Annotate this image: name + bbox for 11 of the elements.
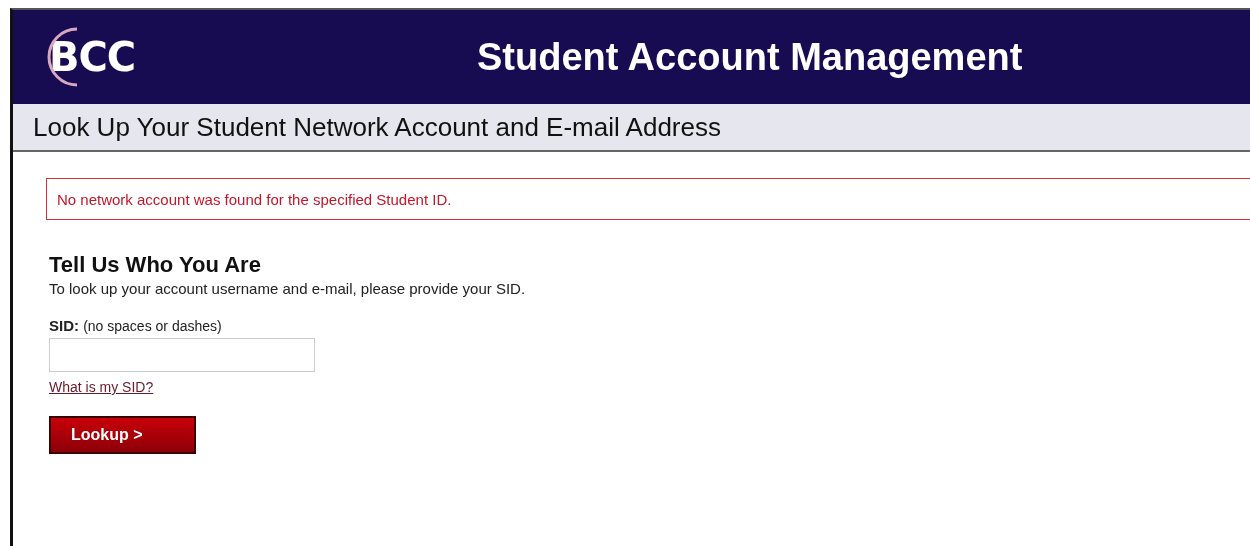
logo: BCC bbox=[37, 24, 136, 90]
error-message: No network account was found for the specified Student ID. bbox=[46, 178, 1250, 220]
page-title: Look Up Your Student Network Account and E-mail Address bbox=[33, 111, 721, 143]
lookup-button[interactable]: Lookup > bbox=[49, 416, 196, 454]
field-label: SID: bbox=[49, 317, 79, 334]
app-title: Student Account Management bbox=[477, 35, 1023, 79]
field-hint: (no spaces or dashes) bbox=[83, 318, 222, 334]
section-heading: Tell Us Who You Are bbox=[49, 252, 262, 278]
instructions: To look up your account username and e-mail, please provide your SID. bbox=[49, 280, 527, 297]
help-link[interactable]: What is my SID? bbox=[49, 379, 154, 395]
sid-input-field[interactable] bbox=[49, 338, 315, 372]
